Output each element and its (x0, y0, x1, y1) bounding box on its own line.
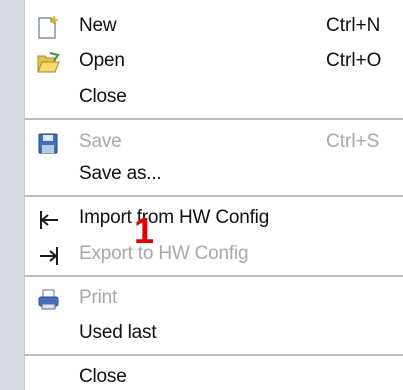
menu-item-shortcut: Ctrl+O (326, 50, 382, 71)
menu-item-close-bottom[interactable]: Close (0, 361, 403, 390)
menu-item-used-last[interactable]: Used last (0, 317, 403, 351)
menu-separator (24, 118, 403, 120)
menu-separator (24, 275, 403, 277)
menu-item-import-hw-config[interactable]: Import from HW Config (0, 202, 403, 236)
import-arrow-icon (36, 208, 62, 232)
menu-item-shortcut: Ctrl+S (326, 131, 380, 152)
menu-item-label: New (79, 15, 117, 36)
file-menu: New Ctrl+N Open Ctrl+O Close Save Ctrl+S (0, 0, 403, 390)
menu-item-label: Close (79, 366, 127, 387)
menu-item-save[interactable]: Save Ctrl+S (0, 126, 403, 160)
menu-item-label: Export to HW Config (79, 243, 249, 264)
export-arrow-icon (36, 244, 62, 268)
menu-separator (24, 354, 403, 356)
menu-item-print[interactable]: Print (0, 282, 403, 316)
menu-item-label: Save (79, 131, 122, 152)
new-document-icon (36, 15, 62, 40)
menu-item-label: Save as... (79, 163, 162, 184)
floppy-disk-icon (36, 132, 62, 156)
annotation-marker: 1 (134, 210, 155, 251)
menu-item-close[interactable]: Close (0, 81, 403, 115)
menu-item-label: Close (79, 86, 127, 107)
printer-icon (36, 288, 62, 312)
menu-item-shortcut: Ctrl+N (326, 15, 381, 36)
menu-item-label: Print (79, 287, 118, 308)
menu-item-new[interactable]: New Ctrl+N (0, 10, 403, 44)
menu-item-export-hw-config[interactable]: Export to HW Config (0, 238, 403, 272)
menu-item-label: Open (79, 50, 125, 71)
menu-separator (24, 195, 403, 197)
open-folder-icon (36, 51, 62, 75)
menu-item-open[interactable]: Open Ctrl+O (0, 45, 403, 79)
menu-item-save-as[interactable]: Save as... (0, 158, 403, 192)
menu-item-label: Used last (79, 322, 157, 343)
menu-item-label: Import from HW Config (79, 207, 270, 228)
